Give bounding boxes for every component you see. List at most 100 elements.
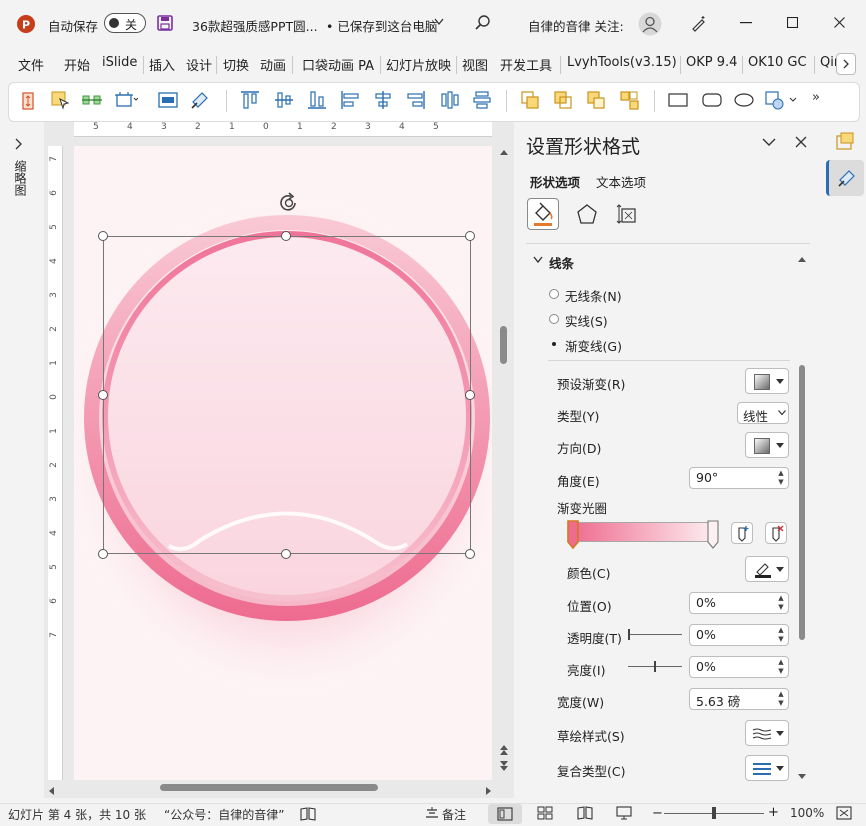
resize-handle[interactable]: [281, 231, 291, 241]
pane-close-icon[interactable]: [795, 136, 807, 148]
frame-shape-icon[interactable]: [114, 90, 138, 110]
menu-file[interactable]: 文件: [18, 55, 44, 74]
autosave-toggle[interactable]: 关: [104, 13, 146, 33]
menu-animations[interactable]: 动画: [260, 55, 286, 74]
align-center-vertical-icon[interactable]: [274, 90, 294, 110]
resize-handle[interactable]: [281, 549, 291, 559]
menu-view[interactable]: 视图: [462, 55, 488, 74]
vertical-scrollbar[interactable]: [498, 146, 510, 780]
align-top-icon[interactable]: [240, 90, 260, 110]
normal-view-button[interactable]: [488, 804, 522, 824]
group-shapes-icon[interactable]: [586, 90, 606, 110]
thumbnails-label[interactable]: 缩略图: [13, 160, 27, 196]
width-spinner-icon[interactable]: ▲ ▼: [777, 690, 785, 708]
tab-text-options[interactable]: 文本选项: [596, 172, 646, 191]
zoom-slider[interactable]: [664, 807, 764, 819]
resize-handle[interactable]: [98, 549, 108, 559]
accessibility-book-icon[interactable]: [300, 807, 316, 821]
save-icon[interactable]: [157, 15, 173, 31]
align-center-horizontal-icon[interactable]: [373, 90, 393, 110]
pane-scroll-down-icon[interactable]: [798, 769, 806, 783]
scroll-right-icon[interactable]: [484, 784, 492, 798]
effects-pentagon-icon[interactable]: [576, 203, 598, 225]
vertical-scroll-thumb[interactable]: [500, 326, 507, 364]
pen-designer-icon[interactable]: [690, 14, 708, 32]
resize-shape-icon[interactable]: [20, 92, 36, 110]
menu-transitions[interactable]: 切换: [223, 55, 249, 74]
rectangle-shape-icon[interactable]: [668, 93, 688, 107]
transparency-slider[interactable]: [628, 629, 682, 640]
rotate-handle-icon[interactable]: [276, 190, 302, 216]
format-pane-tab[interactable]: [826, 160, 864, 196]
distribute-horizontal-icon[interactable]: [440, 90, 460, 110]
bring-forward-icon[interactable]: [520, 90, 540, 110]
transparency-input[interactable]: 0% ▲ ▼: [689, 624, 789, 646]
scroll-left-icon[interactable]: [48, 784, 56, 798]
align-right-icon[interactable]: [406, 90, 426, 110]
ellipse-shape-icon[interactable]: [734, 93, 754, 107]
align-middle-icon[interactable]: [82, 92, 102, 108]
slide-sorter-icon[interactable]: [537, 806, 553, 820]
gradient-stops-bar[interactable]: [570, 522, 718, 542]
zoom-slider-thumb[interactable]: [712, 807, 716, 819]
remove-gradient-stop-button[interactable]: [765, 522, 787, 544]
radio-solid-line[interactable]: [549, 314, 559, 324]
minimize-icon[interactable]: [740, 22, 752, 24]
resize-handle[interactable]: [465, 390, 475, 400]
chevron-down-icon[interactable]: [434, 18, 444, 26]
brightness-slider[interactable]: [628, 661, 682, 672]
menu-slideshow[interactable]: 幻灯片放映: [386, 55, 451, 74]
radio-no-line[interactable]: [549, 289, 559, 299]
previous-slide-icon[interactable]: [499, 744, 509, 759]
add-gradient-stop-button[interactable]: [731, 522, 753, 544]
radio-no-line-label[interactable]: 无线条(N): [565, 286, 622, 305]
menu-developer[interactable]: 开发工具: [500, 55, 552, 74]
expand-thumbnails-icon[interactable]: [14, 138, 24, 150]
align-left-icon[interactable]: [340, 90, 360, 110]
resize-handle[interactable]: [98, 231, 108, 241]
avatar[interactable]: [638, 12, 662, 36]
menu-okp[interactable]: OKP 9.4: [686, 55, 737, 70]
gradient-stop-start[interactable]: [566, 520, 580, 553]
notes-button-label[interactable]: 备注: [442, 806, 466, 823]
text-box-icon[interactable]: [158, 92, 178, 108]
designer-pane-icon[interactable]: [835, 131, 855, 151]
radio-gradient-line[interactable]: [549, 339, 559, 349]
position-spinner-icon[interactable]: ▲ ▼: [777, 594, 785, 612]
resize-handle[interactable]: [98, 390, 108, 400]
pane-scroll-up-icon[interactable]: [798, 252, 806, 266]
compound-type-dropdown[interactable]: [745, 755, 789, 781]
fit-to-window-icon[interactable]: [836, 806, 852, 820]
maximize-icon[interactable]: [787, 17, 798, 28]
collapse-section-icon[interactable]: [533, 256, 543, 264]
tab-shape-options[interactable]: 形状选项: [530, 172, 580, 191]
scroll-up-icon[interactable]: [500, 146, 508, 155]
line-width-input[interactable]: 5.63 磅 ▲ ▼: [689, 688, 789, 710]
next-slide-icon[interactable]: [499, 760, 509, 775]
radio-gradient-line-label[interactable]: 渐变线(G): [565, 336, 622, 355]
pane-options-chevron-icon[interactable]: [762, 137, 776, 147]
angle-spinner-icon[interactable]: ▲ ▼: [777, 469, 785, 487]
sketch-style-dropdown[interactable]: [745, 720, 789, 746]
format-painter-icon[interactable]: [190, 90, 210, 110]
zoom-out-button[interactable]: −: [652, 806, 663, 821]
radio-solid-line-label[interactable]: 实线(S): [565, 311, 608, 330]
menu-ok10[interactable]: OK10 GC: [748, 55, 807, 70]
menu-islide[interactable]: iSlide: [102, 55, 137, 70]
resize-handle[interactable]: [465, 231, 475, 241]
select-shape-icon[interactable]: [50, 90, 70, 110]
save-status[interactable]: • 已保存到这台电脑: [326, 16, 437, 35]
close-icon[interactable]: [834, 17, 845, 28]
transparency-spinner-icon[interactable]: ▲ ▼: [777, 626, 785, 644]
selection-frame[interactable]: [103, 236, 471, 554]
slideshow-view-icon[interactable]: [616, 806, 632, 820]
notes-icon[interactable]: [424, 807, 440, 821]
menu-home[interactable]: 开始: [64, 55, 90, 74]
preset-gradient-dropdown[interactable]: [745, 368, 789, 394]
gradient-direction-dropdown[interactable]: [745, 432, 789, 458]
size-properties-icon[interactable]: [616, 203, 638, 225]
ribbon-more-icon[interactable]: »: [812, 90, 820, 105]
menu-scroll-right-button[interactable]: [836, 53, 856, 75]
zoom-level[interactable]: 100%: [790, 806, 824, 820]
horizontal-scroll-thumb[interactable]: [160, 784, 378, 791]
